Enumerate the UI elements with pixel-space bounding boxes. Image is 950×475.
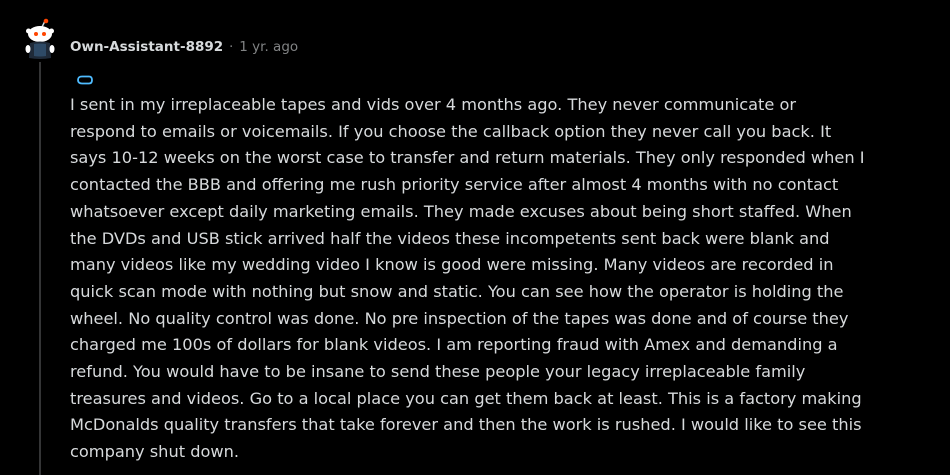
comment-body-line: the DVDs and USB stick arrived half the … bbox=[70, 228, 830, 248]
comment-timestamp[interactable]: 1 yr. ago bbox=[239, 39, 298, 55]
snoo-avatar-icon bbox=[25, 18, 55, 59]
comment-body-line: charged me 100s of dollars for blank vid… bbox=[70, 335, 838, 355]
comment-body-line: many videos like my wedding video I know… bbox=[70, 255, 834, 275]
comment-body-line: I sent in my irreplaceable tapes and vid… bbox=[70, 95, 797, 114]
comment-body-line: respond to emails or voicemails. If you … bbox=[70, 121, 832, 141]
thread-collapse-line[interactable] bbox=[39, 62, 41, 475]
comment-body-line: company shut down. bbox=[70, 442, 240, 462]
comment-body-line: refund. You would have to be insane to s… bbox=[70, 362, 806, 382]
comment-author[interactable]: Own-Assistant-8892 bbox=[70, 39, 223, 55]
user-avatar[interactable] bbox=[22, 18, 58, 60]
comment-body-line: quick scan mode with nothing but snow an… bbox=[70, 281, 844, 301]
comment-body-line: McDonalds quality transfers that take fo… bbox=[70, 415, 862, 435]
comment-body-line: whatsoever except daily marketing emails… bbox=[70, 201, 852, 221]
comment-body-line: treasures and videos. Go to a local plac… bbox=[70, 388, 862, 408]
comment-body-line: wheel. No quality control was done. No p… bbox=[70, 308, 849, 328]
comment-header: Own-Assistant-8892 · 1 yr. ago bbox=[70, 37, 298, 57]
comment: Own-Assistant-8892 · 1 yr. ago I sent in… bbox=[0, 0, 950, 475]
comment-body: I sent in my irreplaceable tapes and vid… bbox=[70, 92, 910, 466]
flair-icon bbox=[76, 71, 94, 85]
comment-body-line: contacted the BBB and offering me rush p… bbox=[70, 175, 839, 195]
meta-separator: · bbox=[229, 39, 234, 55]
comment-body-line: says 10-12 weeks on the worst case to tr… bbox=[70, 148, 865, 168]
